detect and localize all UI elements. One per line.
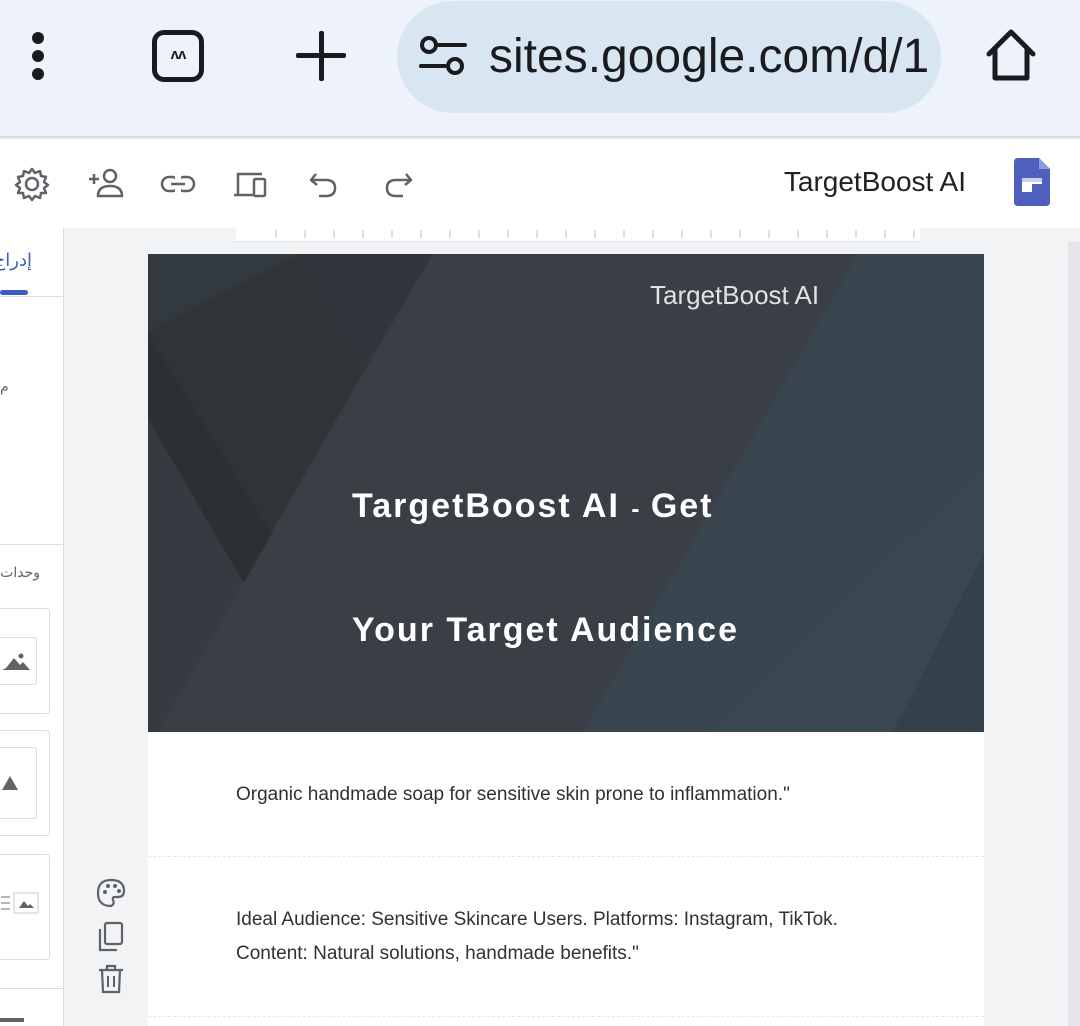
section-2-text[interactable]: Ideal Audience: Sensitive Skincare Users… [236, 903, 838, 971]
redo-icon[interactable] [378, 164, 418, 204]
section-1-text[interactable]: Organic handmade soap for sensitive skin… [236, 778, 790, 812]
tab-switcher-button[interactable]: ᴧᴧ [152, 30, 204, 82]
layout-option[interactable] [0, 608, 50, 714]
tab-switcher-label: ᴧᴧ [170, 46, 187, 63]
text-section[interactable]: Organic handmade soap for sensitive skin… [148, 732, 984, 856]
header-banner[interactable]: TargetBoost AI TargetBoost AI - Get Your… [148, 254, 984, 732]
title-part: TargetBoost AI [352, 487, 620, 525]
layout-option[interactable] [0, 730, 50, 836]
panel-text: م [0, 378, 9, 394]
section-2-line-2: Content: Natural solutions, handmade ben… [236, 943, 639, 964]
site-page: TargetBoost AI TargetBoost AI - Get Your… [148, 254, 984, 1026]
layout-image-placeholder [0, 637, 37, 685]
section-2-line-1: Ideal Audience: Sensitive Skincare Users… [236, 909, 838, 930]
new-tab-icon[interactable] [296, 28, 348, 84]
image-icon [2, 653, 30, 670]
tab-insert[interactable]: إدراج [0, 250, 32, 271]
editor-canvas: TargetBoost AI TargetBoost AI - Get Your… [64, 228, 1080, 1026]
insert-panel: إدراج م وحدات [0, 228, 64, 1026]
text-image-layout-icon [1, 892, 39, 914]
link-icon[interactable] [158, 164, 198, 204]
layout-option[interactable] [0, 854, 50, 960]
title-separator: - [631, 496, 640, 523]
header-title-line-1: TargetBoost AI - Get [352, 446, 739, 570]
title-part: Get [650, 487, 714, 525]
header-title[interactable]: TargetBoost AI - Get Your Target Audienc… [352, 446, 739, 690]
panel-divider [0, 544, 63, 545]
undo-icon[interactable] [304, 164, 344, 204]
preview-devices-icon[interactable] [230, 164, 270, 204]
share-icon[interactable] [86, 164, 126, 204]
layouts-label: وحدات [0, 564, 40, 580]
layout-image-placeholder [0, 747, 37, 819]
more-vert-icon[interactable] [18, 30, 58, 84]
palette-icon[interactable] [94, 876, 128, 910]
ruler-ticks [275, 230, 915, 238]
duplicate-icon[interactable] [94, 920, 128, 954]
settings-icon[interactable] [12, 164, 52, 204]
panel-divider [0, 988, 63, 989]
site-info-icon[interactable] [419, 35, 467, 77]
section-divider [148, 1016, 984, 1017]
collapse-icon[interactable] [0, 1018, 24, 1022]
header-site-logo-text[interactable]: TargetBoost AI [650, 280, 819, 311]
site-name[interactable]: TargetBoost AI [784, 166, 966, 198]
scrollbar[interactable] [1068, 242, 1080, 1026]
editor-toolbar: TargetBoost AI [0, 140, 1080, 228]
home-icon[interactable] [983, 26, 1039, 84]
header-title-line-2: Your Target Audience [352, 611, 739, 649]
url-text: sites.google.com/d/1 [489, 30, 930, 83]
panel-divider [0, 296, 63, 297]
delete-icon[interactable] [94, 962, 128, 996]
address-bar[interactable]: sites.google.com/d/1 [397, 1, 941, 113]
ruler [236, 228, 920, 242]
tab-insert-indicator [0, 290, 28, 295]
text-section[interactable]: Ideal Audience: Sensitive Skincare Users… [148, 857, 984, 1015]
google-sites-logo [1014, 158, 1050, 206]
browser-toolbar: ᴧᴧ sites.google.com/d/1 [0, 0, 1080, 138]
image-icon [2, 776, 18, 790]
